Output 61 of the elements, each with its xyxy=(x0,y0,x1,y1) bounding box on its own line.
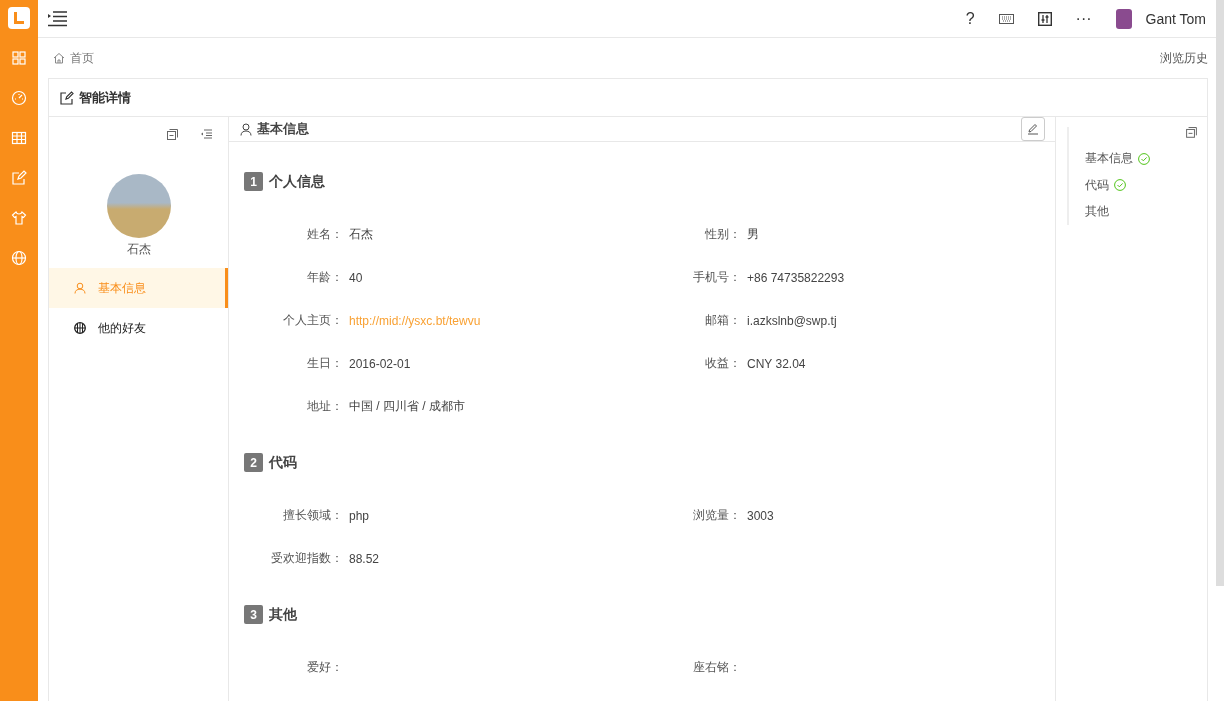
field-value: php xyxy=(349,508,370,523)
more-button[interactable]: ··· xyxy=(1075,9,1092,28)
field-value: 3003 xyxy=(747,508,774,523)
home-icon xyxy=(53,52,65,64)
avatar-icon[interactable] xyxy=(1115,8,1132,29)
edit-icon xyxy=(60,90,74,105)
section-title: 代码 xyxy=(269,453,297,472)
sliders-icon[interactable] xyxy=(1037,11,1052,26)
field-label: 个人主页： xyxy=(282,312,343,329)
user-name[interactable]: Gant Tom xyxy=(1145,10,1206,27)
breadcrumb-link[interactable]: 首页 xyxy=(70,49,94,67)
panel-title: 基本信息 xyxy=(257,120,309,138)
user-icon xyxy=(240,122,252,136)
card-title: 智能详情 xyxy=(79,88,131,107)
field-label: 邮箱： xyxy=(704,312,741,329)
section-title: 个人信息 xyxy=(269,172,325,191)
field-value: 中国 / 四川省 / 成都市 xyxy=(349,398,465,415)
check-circle-icon xyxy=(1138,152,1150,165)
field-label: 擅长领域： xyxy=(282,507,343,524)
field-label: 姓名： xyxy=(306,226,343,243)
anchor-link[interactable]: 其他 xyxy=(1085,203,1109,221)
help-button[interactable]: ? xyxy=(965,9,975,28)
scrollbar[interactable] xyxy=(1216,0,1224,586)
field-label: 浏览量： xyxy=(692,507,741,524)
field-label: 手机号： xyxy=(692,269,741,286)
field-value: 石杰 xyxy=(349,226,373,243)
profile-name: 石杰 xyxy=(126,241,151,258)
field-value: i.azkslnb@swp.tj xyxy=(747,313,837,328)
field-label: 生日： xyxy=(306,355,343,372)
field-label: 地址： xyxy=(306,398,343,415)
field-value: 88.52 xyxy=(349,551,380,566)
anchor-link[interactable]: 基本信息 xyxy=(1085,150,1133,168)
field-label: 座右铭： xyxy=(692,659,741,676)
keyboard-icon[interactable] xyxy=(998,13,1014,24)
user-icon xyxy=(74,282,86,294)
check-circle-icon xyxy=(1114,179,1126,192)
field-label: 年龄： xyxy=(306,269,343,286)
menu-icon[interactable] xyxy=(48,10,68,27)
field-label: 收益： xyxy=(704,355,741,372)
collapse-icon[interactable] xyxy=(1186,127,1197,138)
field-value: CNY 32.04 xyxy=(747,356,806,371)
field-value: 2016-02-01 xyxy=(349,356,411,371)
field-value: 男 xyxy=(747,226,759,243)
globe-icon xyxy=(74,322,86,334)
menu-item[interactable]: 他的好友 xyxy=(49,308,228,348)
section-number: 1 xyxy=(244,172,263,191)
field-value: 40 xyxy=(349,270,363,285)
field-label: 爱好： xyxy=(306,659,343,676)
outdent-icon[interactable] xyxy=(200,129,212,139)
history-link[interactable]: 浏览历史 xyxy=(1160,49,1208,67)
pencil-icon xyxy=(1027,123,1039,135)
field-label: 受欢迎指数： xyxy=(270,550,343,567)
section-number: 3 xyxy=(244,605,263,624)
edit-button[interactable] xyxy=(1021,117,1045,141)
field-label: 性别： xyxy=(704,226,741,243)
section-number: 2 xyxy=(244,453,263,472)
section-title: 其他 xyxy=(269,605,297,624)
anchor-link[interactable]: 代码 xyxy=(1085,176,1109,194)
logo-icon xyxy=(8,7,30,29)
field-value: +86 74735822293 xyxy=(747,270,845,285)
collapse-icon[interactable] xyxy=(167,129,178,140)
